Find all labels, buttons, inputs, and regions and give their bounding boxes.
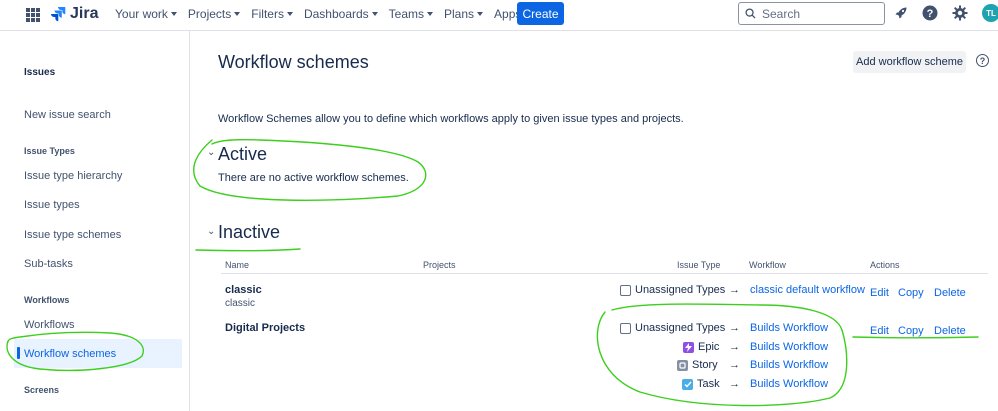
mapping-arrow: →	[729, 359, 740, 371]
logo-text: Jira	[70, 5, 99, 22]
page-title: Workflow schemes	[218, 52, 369, 72]
workflow-link-classic-default[interactable]: classic default workflow	[750, 284, 865, 296]
unassigned-type-icon	[620, 284, 631, 296]
chevron-down-icon	[371, 12, 378, 16]
sidebar-heading-screens: Screens	[24, 385, 60, 395]
edit-link-classic[interactable]: Edit	[870, 287, 889, 299]
column-header-issue-type: Issue Type	[677, 260, 721, 270]
mapping-arrow: →	[729, 341, 740, 353]
mapping-arrow: →	[729, 378, 740, 390]
edit-link-digital-projects[interactable]: Edit	[870, 325, 889, 337]
annotation-circle-mappings	[596, 303, 848, 407]
delete-link-digital-projects[interactable]: Delete	[934, 325, 966, 337]
workflow-link-builds[interactable]: Builds Workflow	[750, 341, 828, 353]
page-description: Workflow Schemes allow you to define whi…	[218, 113, 684, 125]
search-icon	[745, 8, 756, 19]
jira-logo[interactable]: Jira	[50, 5, 98, 23]
sidebar-heading-workflows: Workflows	[24, 295, 70, 305]
story-bookmark-icon	[677, 359, 688, 371]
active-indicator	[17, 347, 20, 359]
chevron-down-icon	[477, 12, 484, 16]
nav-filters[interactable]: Filters	[251, 7, 293, 21]
search-input[interactable]: Search	[738, 2, 885, 25]
sidebar-item-workflows[interactable]: Workflows	[24, 319, 75, 331]
app-switcher-icon[interactable]	[26, 8, 40, 22]
epic-lightning-icon	[683, 341, 694, 353]
issue-type-epic: Epic	[683, 341, 719, 353]
create-button[interactable]: Create	[517, 2, 564, 25]
help-icon[interactable]: ?	[922, 5, 938, 21]
chevron-down-icon	[286, 12, 293, 16]
delete-link-classic[interactable]: Delete	[934, 287, 966, 299]
annotation-underline-actions	[852, 336, 979, 339]
column-header-workflow: Workflow	[749, 260, 786, 270]
help-circle-icon[interactable]: ?	[976, 54, 989, 67]
sidebar-item-issue-type-schemes[interactable]: Issue type schemes	[24, 229, 121, 241]
sidebar-item-sub-tasks[interactable]: Sub-tasks	[24, 258, 73, 270]
scheme-name-digital-projects: Digital Projects	[225, 322, 306, 334]
nav-plans[interactable]: Plans	[444, 7, 484, 21]
issue-type-unassigned: Unassigned Types	[620, 284, 725, 296]
add-workflow-scheme-button[interactable]: Add workflow scheme	[853, 51, 966, 73]
sidebar-heading-issue-types: Issue Types	[24, 146, 75, 156]
copy-link-classic[interactable]: Copy	[898, 287, 924, 299]
user-avatar[interactable]: TL	[982, 4, 998, 22]
scheme-name-classic: classic	[225, 284, 262, 296]
collapse-inactive-chevron-icon[interactable]: ⌄	[207, 226, 215, 237]
workflow-link-builds[interactable]: Builds Workflow	[750, 322, 828, 334]
workflow-link-builds[interactable]: Builds Workflow	[750, 378, 828, 390]
section-title-active: Active	[218, 144, 268, 164]
issue-type-story: Story	[677, 359, 718, 371]
issue-type-unassigned: Unassigned Types	[620, 322, 725, 334]
top-navigation: Jira Your work Projects Filters Dashboar…	[0, 0, 998, 31]
sidebar-item-issue-type-hierarchy[interactable]: Issue type hierarchy	[24, 170, 122, 182]
sidebar-item-new-issue-search[interactable]: New issue search	[24, 109, 111, 121]
section-title-inactive: Inactive	[218, 222, 281, 242]
copy-link-digital-projects[interactable]: Copy	[898, 325, 924, 337]
sidebar: Issues New issue search Issue Types Issu…	[0, 31, 190, 411]
column-header-actions: Actions	[870, 260, 900, 270]
mapping-arrow: →	[729, 322, 740, 334]
jira-logo-icon	[51, 7, 66, 22]
svg-text:?: ?	[927, 8, 934, 20]
search-placeholder: Search	[762, 6, 801, 21]
settings-gear-icon[interactable]	[952, 5, 968, 21]
issue-type-task: Task	[682, 378, 720, 390]
nav-your-work[interactable]: Your work	[115, 7, 177, 21]
chevron-down-icon	[170, 12, 177, 16]
workflow-link-builds[interactable]: Builds Workflow	[750, 359, 828, 371]
unassigned-type-icon	[620, 322, 631, 334]
notifications-rocket-icon[interactable]	[893, 5, 909, 21]
chevron-down-icon	[427, 12, 434, 16]
collapse-active-chevron-icon[interactable]: ⌄	[207, 147, 215, 158]
column-header-name: Name	[225, 260, 250, 270]
column-header-projects: Projects	[423, 260, 456, 270]
nav-dashboards[interactable]: Dashboards	[304, 7, 378, 21]
scheme-description-classic: classic	[225, 298, 256, 309]
sidebar-item-workflow-schemes[interactable]: Workflow schemes	[24, 348, 116, 360]
nav-projects[interactable]: Projects	[188, 7, 241, 21]
table-header-divider	[221, 273, 988, 274]
chevron-down-icon	[234, 12, 241, 16]
sidebar-title: Issues	[24, 67, 56, 78]
mapping-arrow: →	[729, 284, 740, 296]
sidebar-item-issue-types[interactable]: Issue types	[24, 199, 80, 211]
nav-teams[interactable]: Teams	[389, 7, 434, 21]
no-active-message: There are no active workflow schemes.	[218, 172, 409, 184]
annotation-underline-inactive	[195, 248, 301, 252]
task-checkbox-icon	[682, 378, 693, 390]
